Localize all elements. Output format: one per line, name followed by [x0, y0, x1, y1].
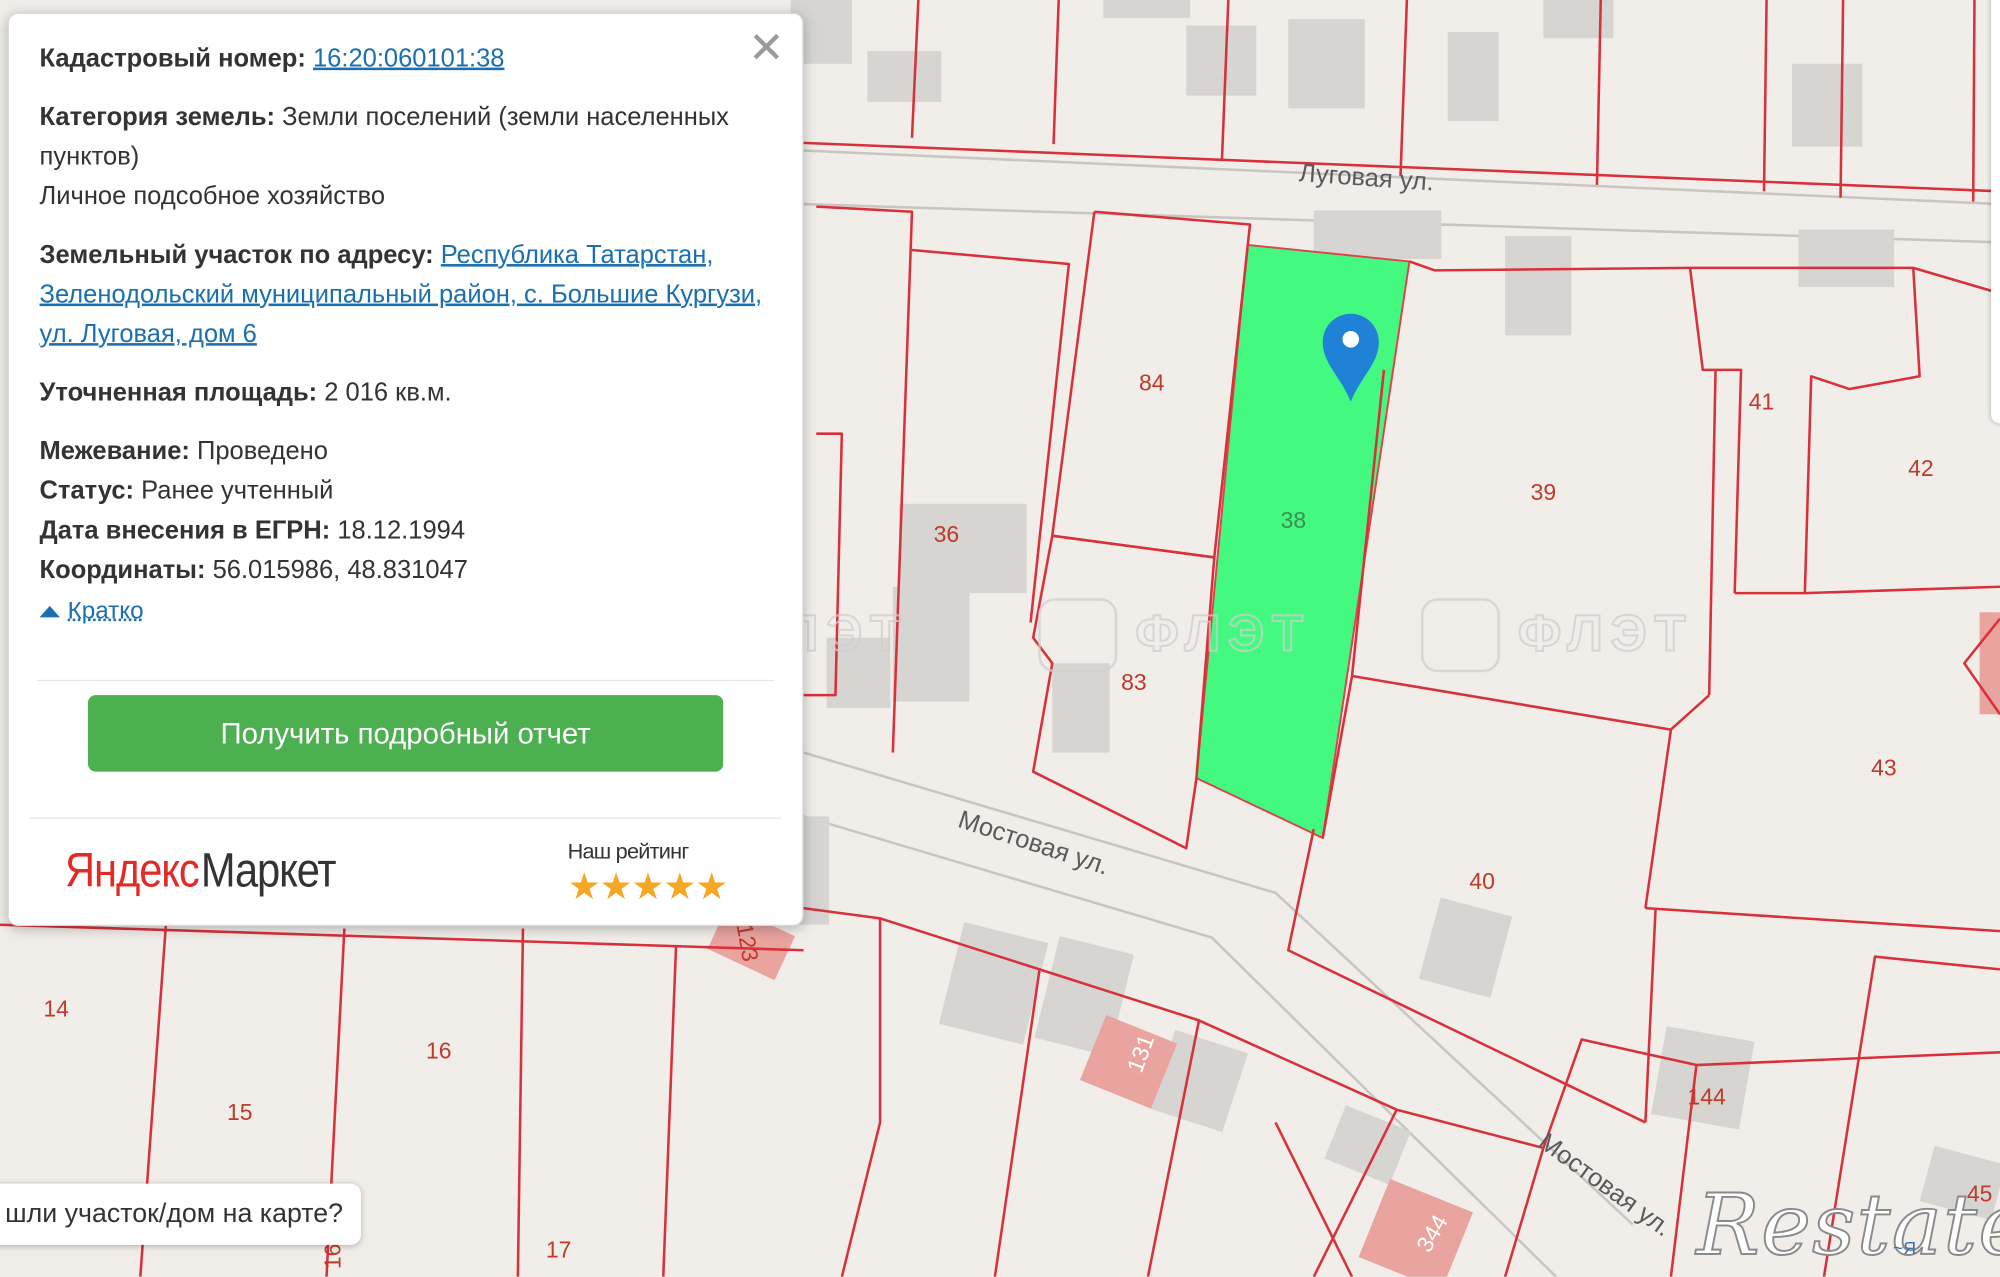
- collapse-toggle[interactable]: Кратко: [39, 592, 144, 632]
- get-report-button[interactable]: Получить подробный отчет: [88, 695, 724, 772]
- rating-label: Наш рейтинг: [567, 839, 690, 864]
- cadastral-label: Кадастровый номер:: [39, 44, 306, 73]
- yandex-market-logo[interactable]: ЯндексМаркет: [65, 835, 337, 906]
- collapse-toggle-label: Кратко: [67, 598, 144, 625]
- coordinates-value: 56.015986, 48.831047: [212, 556, 468, 585]
- date-value: 18.12.1994: [337, 516, 466, 545]
- rating-stars-icon: ★★★★★: [567, 867, 729, 909]
- address-label: Земельный участок по адресу:: [39, 241, 434, 270]
- parcel-number: 17: [546, 1237, 572, 1263]
- status-value: Ранее учтенный: [141, 477, 334, 506]
- find-plot-hint[interactable]: шли участок/дом на карте?: [0, 1183, 361, 1245]
- divider: [36, 679, 775, 682]
- parcel-number: 38: [1281, 507, 1307, 533]
- usage-value: Личное подсобное хозяйство: [39, 182, 386, 211]
- parcel-number: 84: [1139, 369, 1165, 395]
- parcel-number: 36: [934, 521, 960, 547]
- parcel-number: 42: [1908, 455, 1934, 481]
- parcel-number: 15: [227, 1099, 253, 1125]
- survey-value: Проведено: [196, 437, 328, 466]
- parcel-number: 16: [320, 1244, 346, 1270]
- parcel-number: 14: [43, 996, 69, 1022]
- restate-watermark: Restate: [1695, 1176, 2000, 1275]
- watermark-label: ФЛЭТ: [1135, 605, 1310, 662]
- parcel-number: 83: [1121, 669, 1147, 695]
- parcel-number: 41: [1749, 388, 1775, 414]
- brand-market: Маркет: [200, 844, 337, 898]
- divider: [29, 817, 782, 819]
- parcel-number: 40: [1469, 868, 1495, 894]
- map-credit[interactable]: ~Я: [1893, 1237, 1916, 1257]
- chevron-up-icon: [39, 605, 60, 618]
- coordinates-label: Координаты:: [39, 556, 206, 585]
- area-value: 2 016 кв.м.: [324, 378, 452, 407]
- parcel-number: 43: [1871, 755, 1897, 781]
- parcel-number: 16: [426, 1038, 452, 1064]
- parcel-number: 144: [1687, 1084, 1726, 1110]
- plot-info-panel: ✕ Кадастровый номер: 16:20:060101:38 Кат…: [7, 12, 804, 927]
- status-label: Статус:: [39, 477, 135, 506]
- parcel-number: 39: [1531, 479, 1557, 505]
- category-label: Категория земель:: [39, 103, 276, 132]
- survey-label: Межевание:: [39, 437, 190, 466]
- rating-block[interactable]: Наш рейтинг ★★★★★: [568, 838, 759, 909]
- date-label: Дата внесения в ЕГРН:: [39, 516, 331, 545]
- cadastral-number-link[interactable]: 16:20:060101:38: [313, 45, 505, 73]
- map-scroll-edge[interactable]: [1991, 0, 2000, 424]
- watermark-label: ФЛЭТ: [1518, 605, 1693, 662]
- area-label: Уточненная площадь:: [39, 378, 318, 407]
- brand-yandex: Яндекс: [65, 844, 200, 898]
